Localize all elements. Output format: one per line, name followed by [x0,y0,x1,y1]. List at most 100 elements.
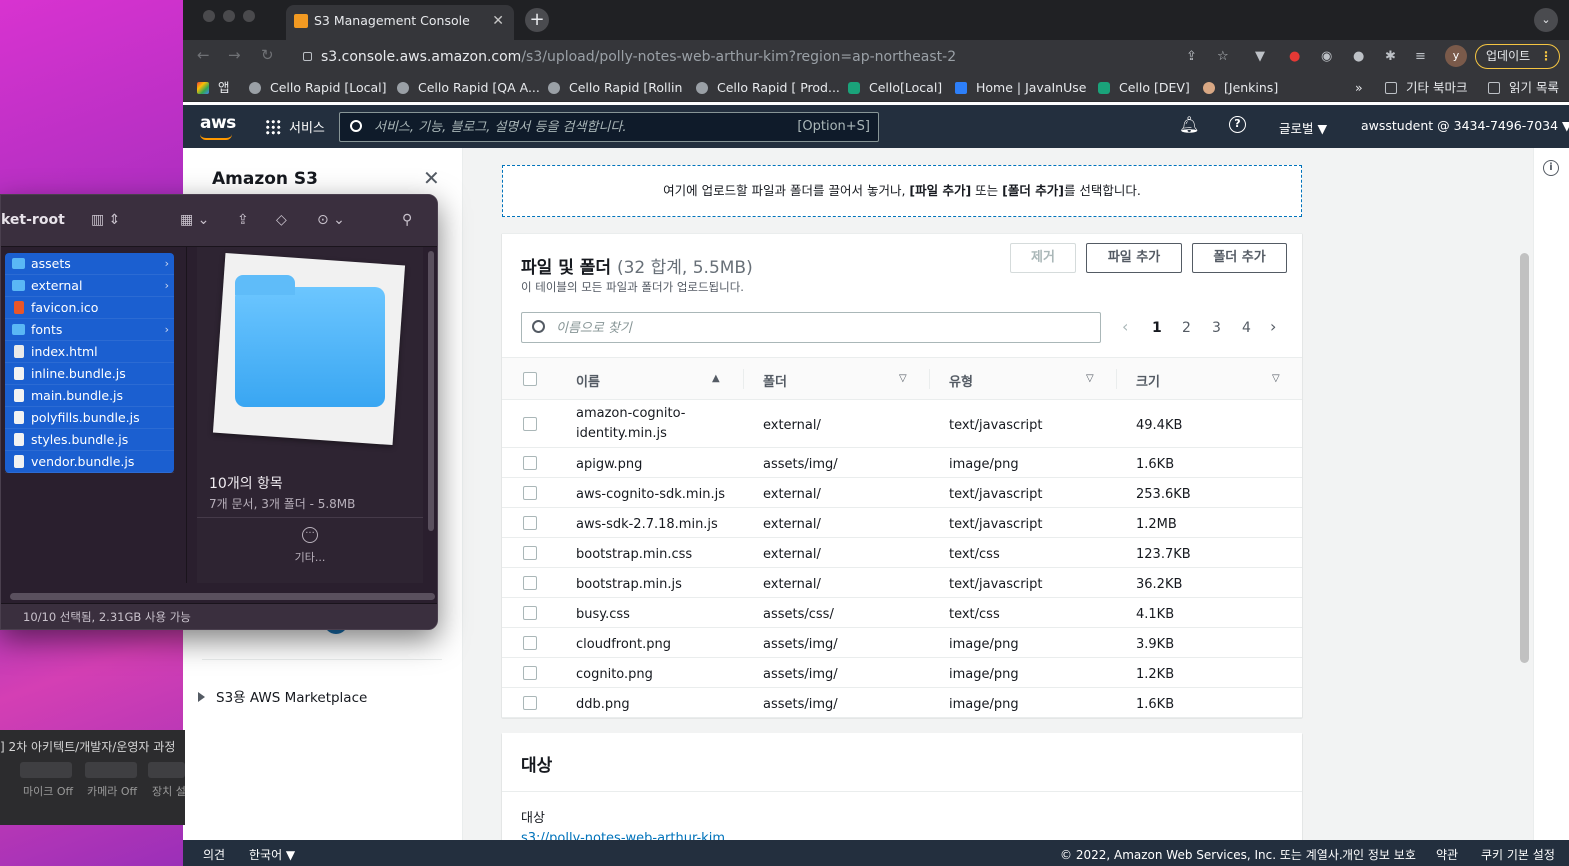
row-checkbox[interactable] [523,417,537,431]
table-row[interactable]: ddb.png assets/img/image/png 1.6KB [502,688,1302,718]
finder-item[interactable]: inline.bundle.js [5,363,174,385]
table-row[interactable]: apigw.png assets/img/image/png 1.6KB [502,448,1302,478]
extension-round-icon[interactable]: ◉ [1321,49,1332,64]
column-type[interactable]: 유형 [949,371,973,390]
column-folder[interactable]: 폴더 [763,371,787,390]
mic-icon[interactable] [20,762,72,778]
row-checkbox[interactable] [523,606,537,620]
tab-s3-console[interactable]: S3 Management Console ✕ [286,5,514,40]
finder-item[interactable]: main.bundle.js [5,385,174,407]
bookmark-item[interactable]: Cello Rapid [QA A... [397,73,540,102]
address-bar[interactable]: s3.console.aws.amazon.com/s3/upload/poll… [291,44,1183,70]
table-row[interactable]: bootstrap.min.css external/text/css 123.7K… [502,538,1302,568]
help-icon[interactable]: ? [1229,116,1246,133]
zoom-window-dot[interactable] [243,10,255,22]
share-icon[interactable]: ⇪ [1186,49,1197,64]
bookmark-item[interactable]: Cello Rapid [Local] [249,73,387,102]
finder-item[interactable]: assets › [5,253,174,275]
bookmark-apps[interactable]: 앱 [197,73,230,102]
terms-link[interactable]: 약관 [1436,846,1458,863]
bookmark-star-icon[interactable]: ☆ [1217,49,1229,64]
tab-search-chevron-icon[interactable]: ⌄ [1534,8,1558,32]
bell-icon[interactable]: 🔔︎ [1179,115,1199,134]
row-checkbox[interactable] [523,516,537,530]
remove-button[interactable]: 제거 [1010,243,1076,273]
finder-vertical-scrollbar[interactable] [428,251,434,531]
row-checkbox[interactable] [523,486,537,500]
extension-v-icon[interactable]: ▼ [1255,49,1265,64]
account-menu[interactable]: awsstudent @ 3434-7496-7034 ▼ [1361,118,1569,133]
bookmark-item[interactable]: Cello[Local] [848,73,942,102]
aws-logo[interactable]: aws [200,113,236,140]
row-checkbox[interactable] [523,576,537,590]
share-icon[interactable]: ⇪ [237,212,249,228]
drop-zone[interactable]: 여기에 업로드할 파일과 폴더를 끌어서 놓거나, [파일 추가] 또는 [폴더… [502,165,1302,217]
select-all-checkbox[interactable] [523,372,537,386]
find-by-name-box[interactable] [521,312,1101,343]
feedback-link[interactable]: 의견 [203,846,225,863]
other-bookmarks[interactable]: 기타 북마크 [1385,73,1467,102]
bookmark-item[interactable]: Home | JavaInUse [955,73,1086,102]
table-row[interactable]: bootstrap.min.js external/text/javascript… [502,568,1302,598]
finder-item[interactable]: polyfills.bundle.js [5,407,174,429]
language-selector[interactable]: 한국어 ▼ [249,846,295,863]
page-scrollbar[interactable] [1518,148,1532,840]
find-by-name-input[interactable] [556,318,1076,338]
finder-item[interactable]: external › [5,275,174,297]
aws-search-box[interactable]: [Option+S] [339,112,879,142]
sort-icon[interactable]: ▽ [899,373,907,384]
aws-search-input[interactable] [374,117,784,137]
table-row[interactable]: aws-sdk-2.7.18.min.js external/text/javas… [502,508,1302,538]
profile-avatar[interactable]: y [1445,45,1467,67]
row-checkbox[interactable] [523,636,537,650]
sort-icon[interactable]: ▽ [1272,373,1280,384]
bookmark-item[interactable]: [Jenkins] [1203,73,1278,102]
add-files-button[interactable]: 파일 추가 [1086,243,1182,273]
bookmark-item[interactable]: Cello [DEV] [1098,73,1190,102]
minimize-window-dot[interactable] [223,10,235,22]
column-size[interactable]: 크기 [1136,371,1160,390]
extension-red-icon[interactable]: ● [1289,49,1300,64]
page-2[interactable]: 2 [1182,320,1191,336]
finder-item[interactable]: styles.bundle.js [5,429,174,451]
new-tab-button[interactable]: + [525,8,549,32]
bookmarks-overflow-icon[interactable]: » [1355,73,1363,102]
tag-icon[interactable]: ◇ [276,212,287,228]
add-folder-button[interactable]: 폴더 추가 [1192,243,1287,273]
more-actions-icon[interactable]: ⊙ ⌄ [317,212,345,228]
row-checkbox[interactable] [523,696,537,710]
info-icon[interactable]: i [1543,160,1559,176]
sort-icon[interactable]: ▽ [1086,373,1094,384]
update-button[interactable]: 업데이트 ⋮ [1475,44,1560,69]
column-name[interactable]: 이름 [576,371,600,390]
finder-item[interactable]: favicon.ico [5,297,174,319]
page-4[interactable]: 4 [1242,320,1251,336]
bookmark-item[interactable]: Cello Rapid [ Prod... [696,73,840,102]
region-selector[interactable]: 글로벌 ▼ [1279,118,1327,137]
settings-icon[interactable] [148,762,185,778]
close-window-dot[interactable] [203,10,215,22]
table-row[interactable]: cloudfront.png assets/img/image/png 3.9KB [502,628,1302,658]
close-tab-icon[interactable]: ✕ [492,5,504,37]
reading-queue-icon[interactable]: ≡ [1415,49,1426,64]
forward-icon[interactable]: → [228,46,241,64]
camera-icon[interactable] [85,762,137,778]
view-toggle-icon[interactable]: ▥ ⇕ [91,212,120,228]
reload-icon[interactable]: ↻ [261,46,274,64]
cookie-prefs-link[interactable]: 쿠키 기본 설정 [1481,846,1555,863]
sort-ascending-icon[interactable]: ▲ [712,373,720,384]
table-row[interactable]: aws-cognito-sdk.min.js external/text/java… [502,478,1302,508]
search-icon[interactable]: ⚲ [402,212,412,228]
table-row[interactable]: cognito.png assets/img/image/png 1.2KB [502,658,1302,688]
column-divider[interactable] [186,247,187,583]
group-icon[interactable]: ▦ ⌄ [180,212,209,228]
more-button[interactable]: ··· 기타... [197,527,423,565]
bookmark-item[interactable]: Cello Rapid [Rollin [548,73,682,102]
sidebar-item-marketplace[interactable]: S3용 AWS Marketplace [198,686,367,706]
page-3[interactable]: 3 [1212,320,1221,336]
finder-item[interactable]: vendor.bundle.js [5,451,174,473]
destination-link[interactable]: s3://polly-notes-web-arthur-kim [521,831,725,840]
finder-item[interactable]: fonts › [5,319,174,341]
page-1[interactable]: 1 [1152,320,1162,336]
puzzle-extensions-icon[interactable]: ✱ [1385,49,1396,64]
